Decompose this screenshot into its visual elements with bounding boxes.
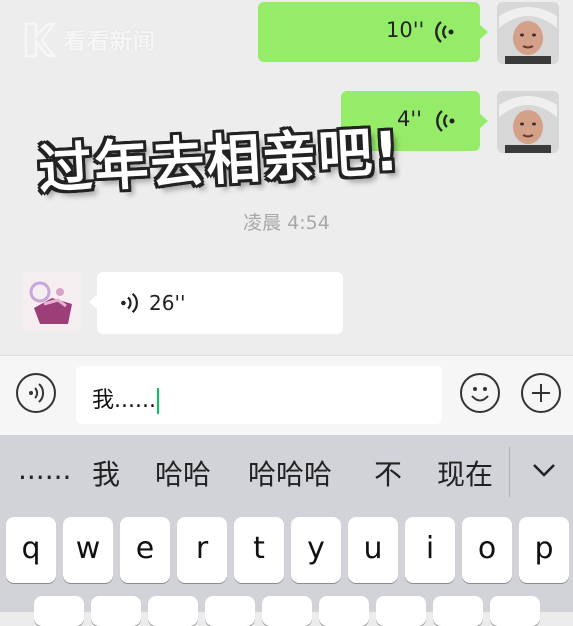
keyboard-key[interactable] <box>91 596 141 626</box>
key-w[interactable]: w <box>63 517 113 583</box>
watermark: 看看新闻 <box>22 22 156 58</box>
candidate-word[interactable]: 哈哈哈 <box>248 453 332 493</box>
message-timestamp: 凌晨 4:54 <box>243 212 330 234</box>
key-t[interactable]: t <box>234 517 284 583</box>
watermark-logo-icon <box>24 22 56 58</box>
text-caret <box>156 388 159 414</box>
input-bar: 我...... <box>0 355 573 436</box>
voice-wave-icon <box>121 292 138 314</box>
chat-area: 看看新闻 10'' 4'' 过年去相亲吧! 凌晨 4:54 26'' <box>0 0 573 355</box>
voice-wave-icon <box>435 21 454 43</box>
key-q[interactable]: q <box>6 517 56 583</box>
voice-message-incoming[interactable]: 26'' <box>89 272 343 334</box>
key-u[interactable]: u <box>348 517 398 583</box>
voice-input-toggle-button[interactable] <box>16 373 56 413</box>
avatar[interactable] <box>497 2 559 64</box>
voice-duration: 10'' <box>386 18 425 42</box>
keyboard-key[interactable] <box>262 596 312 626</box>
watermark-text: 看看新闻 <box>64 30 157 55</box>
keyboard-key[interactable] <box>490 596 540 626</box>
key-o[interactable]: o <box>462 517 512 583</box>
keyboard-key[interactable] <box>148 596 198 626</box>
avatar-image <box>497 2 559 64</box>
candidate-word[interactable]: ...... <box>18 453 71 486</box>
voice-wave-icon <box>436 110 455 132</box>
message-input-text: 我...... <box>92 388 156 413</box>
candidate-word[interactable]: 我 <box>92 453 120 493</box>
candidate-word[interactable]: 不 <box>374 453 402 493</box>
avatar-image <box>22 272 82 332</box>
key-p[interactable]: p <box>519 517 569 583</box>
keyboard-key[interactable] <box>34 596 84 626</box>
voice-duration: 4'' <box>397 107 422 131</box>
candidate-word[interactable]: 现在 <box>437 453 493 493</box>
message-input[interactable]: 我...... <box>76 366 442 424</box>
candidate-word[interactable]: 哈哈 <box>155 453 211 493</box>
more-button[interactable] <box>521 373 561 413</box>
emoji-icon <box>471 387 489 402</box>
keyboard: ...... 我 哈哈 哈哈哈 不 现在 q w e r t y u i o p <box>0 435 573 626</box>
keyboard-key[interactable] <box>205 596 255 626</box>
key-e[interactable]: e <box>120 517 170 583</box>
chevron-down-icon[interactable] <box>528 455 560 485</box>
voice-icon <box>29 383 45 403</box>
avatar-image <box>497 91 559 153</box>
avatar[interactable] <box>22 272 82 332</box>
plus-icon <box>532 384 550 402</box>
overlay-caption: 过年去相亲吧! <box>36 119 403 202</box>
avatar[interactable] <box>497 91 559 153</box>
candidate-bar: ...... 我 哈哈 哈哈哈 不 现在 <box>0 435 573 515</box>
key-y[interactable]: y <box>291 517 341 583</box>
message-input-value: 我...... <box>92 382 159 414</box>
key-r[interactable]: r <box>177 517 227 583</box>
candidate-divider <box>509 447 510 497</box>
emoji-button[interactable] <box>460 373 500 413</box>
key-i[interactable]: i <box>405 517 455 583</box>
keyboard-key[interactable] <box>376 596 426 626</box>
voice-message-outgoing[interactable]: 10'' <box>258 2 488 62</box>
keyboard-key[interactable] <box>433 596 483 626</box>
keyboard-key[interactable] <box>319 596 369 626</box>
voice-duration: 26'' <box>149 291 186 315</box>
